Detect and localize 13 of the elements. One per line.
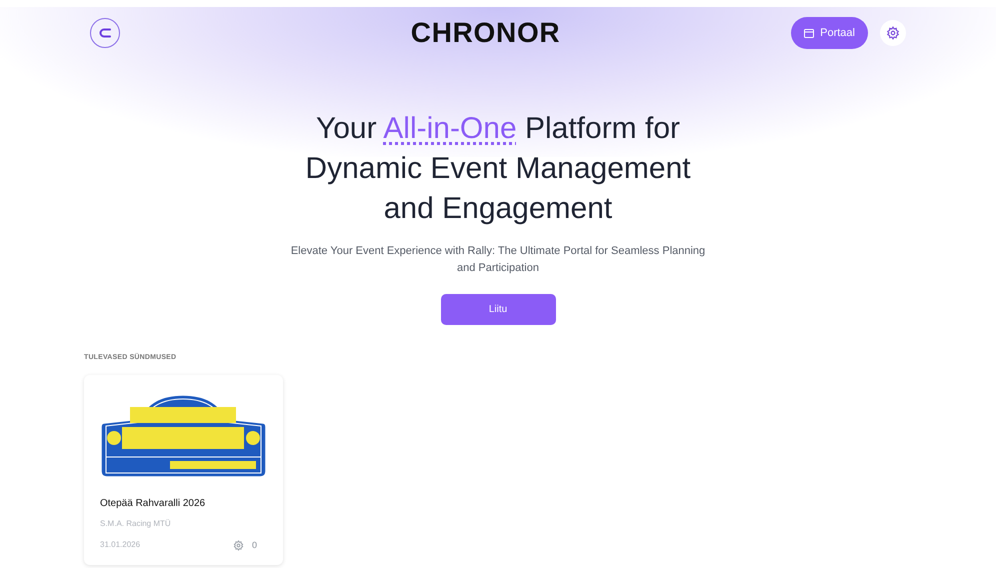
window-icon [804,28,814,38]
event-card[interactable]: Otepää Rahvaralli 2026 S.M.A. Racing MTÜ 31.01.2026 0 [84,374,283,564]
logo-icon[interactable] [90,18,120,48]
portal-button[interactable]: Portaal [791,17,868,49]
join-button[interactable]: Liitu [440,294,556,325]
brand-title: CHRONOR [410,16,560,50]
event-title: Otepää Rahvaralli 2026 [100,496,206,510]
event-organizer: S.M.A. Racing MTÜ [100,518,172,530]
participant-count: 0 [252,538,257,552]
participants-icon [232,540,244,551]
event-date: 31.01.2026 [100,539,140,552]
hero-subtitle: Elevate Your Event Experience with Rally: The Ultimate Portal for Seamless Planning and Participation [290,244,706,276]
hero-title: Your All-in-One Platform for Dynamic Event Management and Engagement [304,111,692,227]
